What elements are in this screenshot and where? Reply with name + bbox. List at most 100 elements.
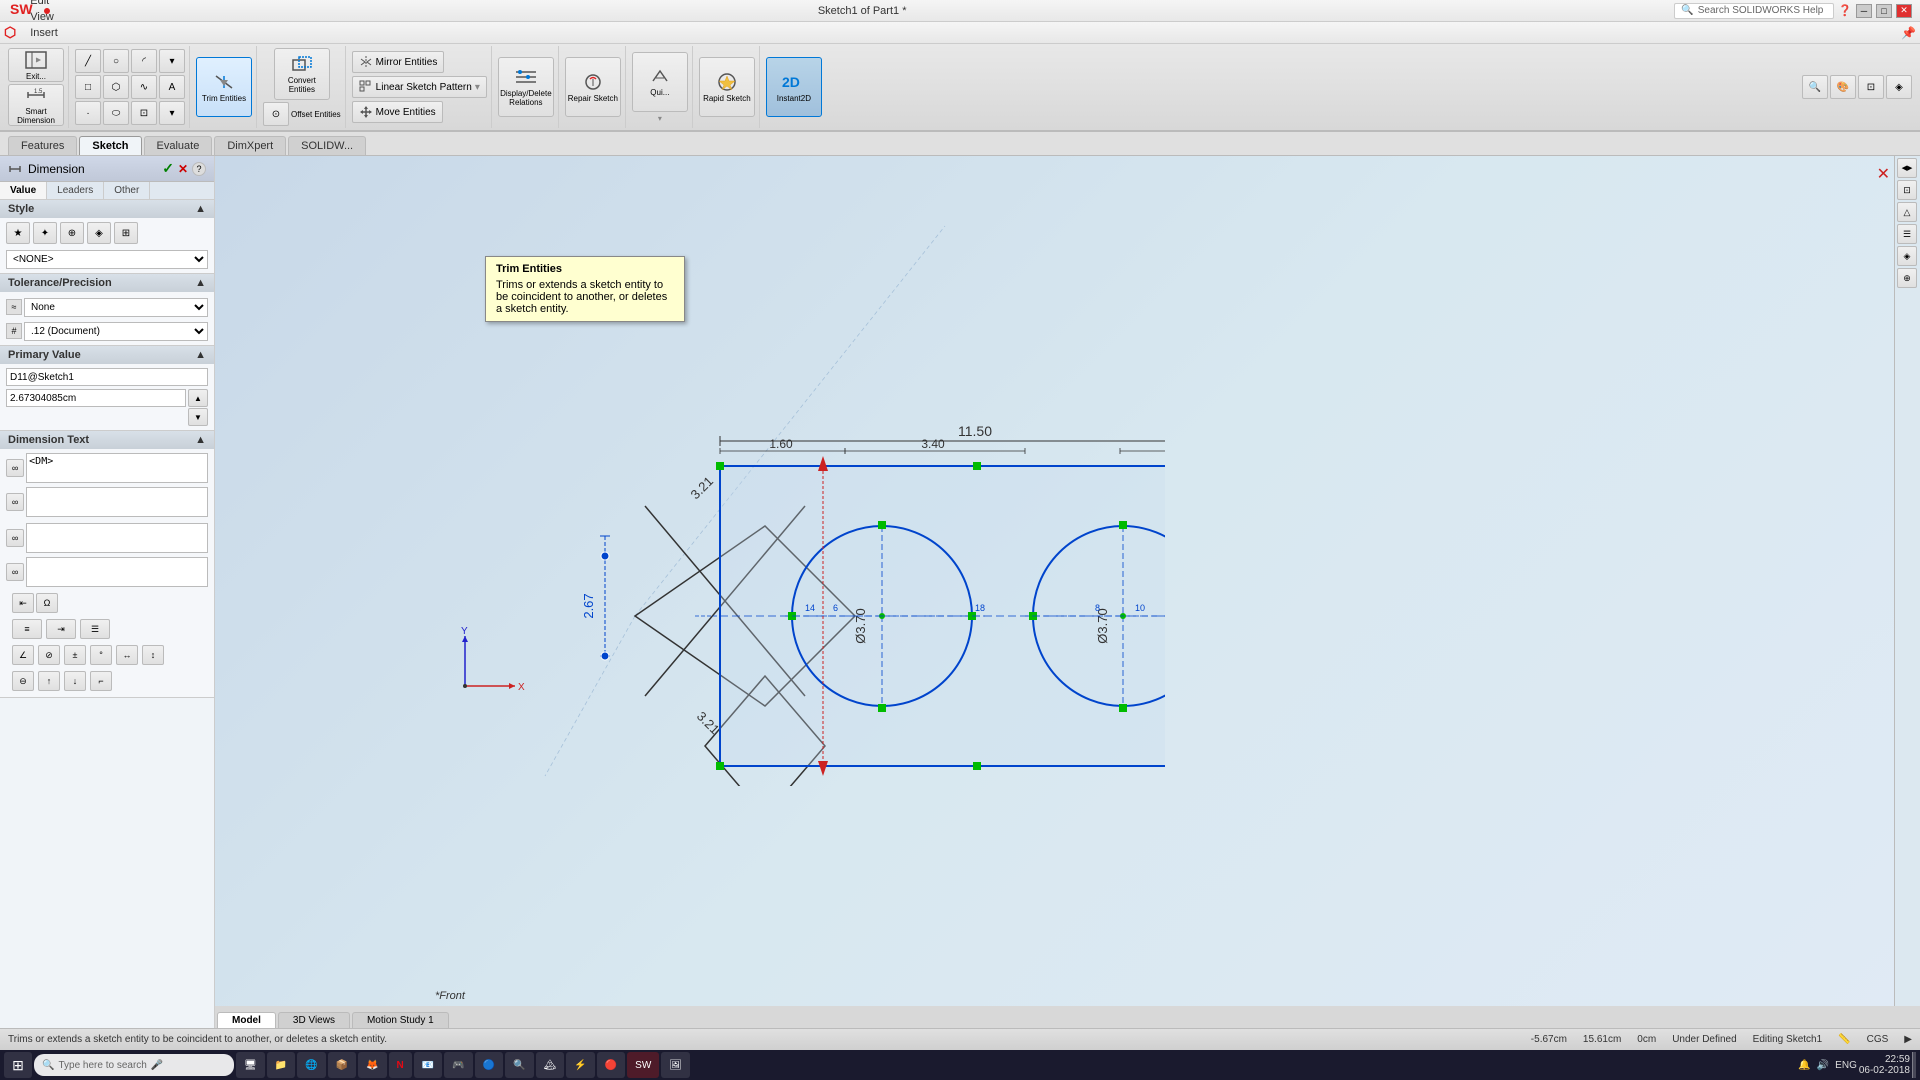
taskbar-lang[interactable]: ENG [1835, 1060, 1857, 1071]
dim-text-icon3[interactable]: ∞ [6, 529, 24, 547]
up-arrow-btn[interactable]: ↑ [38, 671, 60, 691]
align-center-btn[interactable]: ≡ [12, 619, 42, 639]
taskbar-game-btn[interactable]: 🎮 [444, 1052, 472, 1078]
dimension-text-header[interactable]: Dimension Text ▲ [0, 431, 214, 449]
taskbar-netflix-btn[interactable]: N [389, 1052, 412, 1078]
minimize-button[interactable]: ─ [1856, 4, 1872, 18]
dim-text-icon4[interactable]: ∞ [6, 563, 24, 581]
insert-sym-btn[interactable]: Ω [36, 593, 58, 613]
taskbar-sw-btn[interactable]: SW [627, 1052, 659, 1078]
sidebar-icon5[interactable]: ⊕ [1897, 268, 1917, 288]
taskbar-photo-btn[interactable]: 🏔 [536, 1052, 565, 1078]
panel-tab-other[interactable]: Other [104, 182, 150, 199]
taskbar-teams-btn[interactable]: 🔵 [475, 1052, 503, 1078]
sidebar-icon1[interactable]: ⊡ [1897, 180, 1917, 200]
taskbar-power-btn[interactable]: ⚡ [566, 1052, 594, 1078]
taskbar-search2-btn[interactable]: 🔍 [505, 1052, 533, 1078]
taskbar-clock[interactable]: 22:59 06-02-2018 [1859, 1054, 1910, 1076]
taskbar-view-btn[interactable]: 🖥 [236, 1052, 265, 1078]
restore-button[interactable]: □ [1876, 4, 1892, 18]
dim-text-icon1[interactable]: ∞ [6, 459, 24, 477]
align-right-btn[interactable]: ⇥ [46, 619, 76, 639]
taskbar-notify-icon[interactable]: 🔔 [1798, 1060, 1810, 1071]
tab-evaluate[interactable]: Evaluate [144, 136, 213, 155]
taskbar-app1-btn[interactable]: 🔴 [597, 1052, 625, 1078]
circle-button[interactable]: ○ [103, 49, 129, 73]
trim-entities-button[interactable]: Trim Entities [196, 57, 252, 117]
taskbar-volume-icon[interactable]: 🔊 [1817, 1060, 1829, 1071]
construction-btn[interactable]: ⊡ [131, 101, 157, 125]
taskbar-mail-btn[interactable]: 📧 [414, 1052, 442, 1078]
panel-close-btn[interactable]: ✕ [178, 162, 188, 176]
style-btn-1[interactable]: ★ [6, 222, 30, 244]
move-entities-button[interactable]: Move Entities [352, 101, 443, 123]
sketch-canvas[interactable]: 11.50 2.67 3.21 3.21 1.60 3.40 1 [265, 186, 1165, 786]
deg-btn[interactable]: ° [90, 645, 112, 665]
view-tab-motion[interactable]: Motion Study 1 [352, 1012, 449, 1028]
style-btn-4[interactable]: ◈ [87, 222, 111, 244]
style-btn-3[interactable]: ⊕ [60, 222, 84, 244]
tab-dimxpert[interactable]: DimXpert [214, 136, 286, 155]
dim-text-field1[interactable]: <DM> [26, 453, 208, 483]
style-btn-2[interactable]: ✦ [33, 222, 57, 244]
quick-sketch-button[interactable]: Qui... [632, 52, 688, 112]
view-options-btn[interactable]: 🔍 [1802, 75, 1828, 99]
view-tab-model[interactable]: Model [217, 1012, 276, 1028]
help-icon[interactable]: ❓ [1838, 4, 1852, 17]
dim-text-icon2[interactable]: ∞ [6, 493, 24, 511]
mirror-entities-button[interactable]: Mirror Entities [352, 51, 445, 73]
taskbar-firefox-btn[interactable]: 🦊 [358, 1052, 386, 1078]
tolerance-section-header[interactable]: Tolerance/Precision ▲ [0, 274, 214, 292]
value-down-btn[interactable]: ▼ [188, 408, 208, 426]
smart-dimension-button[interactable]: 1.5 Smart Dimension [8, 84, 64, 126]
rapid-sketch-button[interactable]: Rapid Sketch [699, 57, 755, 117]
canvas-area[interactable]: Trim Entities Trims or extends a sketch … [215, 156, 1920, 1028]
section-view-btn[interactable]: ⊡ [1858, 75, 1884, 99]
appearance-btn[interactable]: ◈ [1886, 75, 1912, 99]
special1-btn[interactable]: ⊖ [12, 671, 34, 691]
style-btn-5[interactable]: ⊞ [114, 222, 138, 244]
slot-button[interactable]: ⬭ [103, 101, 129, 125]
style-dropdown[interactable]: <NONE> [6, 250, 208, 269]
taskbar-edge-btn[interactable]: 📁 [267, 1052, 295, 1078]
display-delete-button[interactable]: Display/Delete Relations [498, 57, 554, 117]
repair-sketch-button[interactable]: Repair Sketch [565, 57, 621, 117]
exit-sketch-button[interactable]: Exit... [8, 48, 64, 82]
rect-button[interactable]: □ [75, 75, 101, 99]
tab-solidworks[interactable]: SOLIDW... [288, 136, 366, 155]
menu-item-edit[interactable]: Edit [22, 0, 77, 9]
dim-text-field4[interactable] [26, 557, 208, 587]
tab-features[interactable]: Features [8, 136, 77, 155]
panel-tab-value[interactable]: Value [0, 182, 47, 199]
linear-sketch-button[interactable]: Linear Sketch Pattern ▾ [352, 76, 487, 98]
corner-btn[interactable]: ⌐ [90, 671, 112, 691]
down-arrow-btn[interactable]: ↕ [142, 645, 164, 665]
down2-btn[interactable]: ↓ [64, 671, 86, 691]
panel-check-btn[interactable]: ✓ [162, 160, 174, 177]
precision-dropdown[interactable]: .12 (Document) [24, 322, 208, 341]
taskbar-store-btn[interactable]: 📦 [328, 1052, 356, 1078]
view-tab-3d[interactable]: 3D Views [278, 1012, 350, 1028]
panel-help-btn[interactable]: ? [192, 162, 206, 176]
primary-value-header[interactable]: Primary Value ▲ [0, 346, 214, 364]
dim-text-field2[interactable] [26, 487, 208, 517]
sidebar-icon2[interactable]: △ [1897, 202, 1917, 222]
instant2d-button[interactable]: 2D Instant2D [766, 57, 822, 117]
sidebar-icon4[interactable]: ◈ [1897, 246, 1917, 266]
menu-item-insert[interactable]: Insert [22, 25, 77, 41]
value-up-btn[interactable]: ▲ [188, 389, 208, 407]
primary-value-field2[interactable] [6, 389, 186, 407]
sidebar-icon3[interactable]: ☰ [1897, 224, 1917, 244]
close-button[interactable]: ✕ [1896, 4, 1912, 18]
tolerance-dropdown[interactable]: None [24, 298, 208, 317]
tab-sketch[interactable]: Sketch [79, 136, 141, 155]
text-button[interactable]: A [159, 75, 185, 99]
more-btn2[interactable]: ▾ [159, 101, 185, 125]
canvas-x-btn[interactable]: ✕ [1877, 164, 1890, 184]
primary-value-field1[interactable] [6, 368, 208, 386]
spline-button[interactable]: ∿ [131, 75, 157, 99]
taskbar-explorer-btn[interactable]: 🌐 [297, 1052, 325, 1078]
style-section-header[interactable]: Style ▲ [0, 200, 214, 218]
arc-button[interactable]: ◜ [131, 49, 157, 73]
dim-text-field3[interactable] [26, 523, 208, 553]
